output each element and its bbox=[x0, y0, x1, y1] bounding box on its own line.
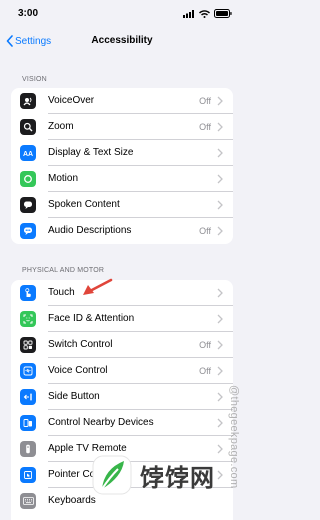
row-value: Off bbox=[199, 96, 211, 106]
chevron-right-icon bbox=[217, 340, 223, 350]
row-side-button[interactable]: Side Button bbox=[11, 384, 233, 410]
row-label: Spoken Content bbox=[48, 199, 120, 210]
row-label: Audio Descriptions bbox=[48, 225, 132, 236]
touch-icon bbox=[20, 285, 36, 301]
chevron-right-icon bbox=[217, 200, 223, 210]
row-label: Pointer Co bbox=[48, 469, 96, 480]
row-label: Face ID & Attention bbox=[48, 313, 135, 324]
spoken-content-icon bbox=[20, 197, 36, 213]
row-label: Keyboards bbox=[48, 495, 96, 506]
cellular-signal-icon bbox=[183, 9, 194, 18]
tv-remote-icon bbox=[20, 441, 36, 457]
row-display-text-size[interactable]: AA Display & Text Size bbox=[11, 140, 233, 166]
chevron-right-icon bbox=[217, 314, 223, 324]
section-header-vision: VISION bbox=[22, 76, 47, 83]
chevron-right-icon bbox=[217, 148, 223, 158]
row-control-nearby-devices[interactable]: Control Nearby Devices bbox=[11, 410, 233, 436]
row-label: Zoom bbox=[48, 121, 74, 132]
chevron-right-icon bbox=[217, 96, 223, 106]
row-zoom[interactable]: Zoom Off bbox=[11, 114, 233, 140]
row-touch[interactable]: Touch bbox=[11, 280, 233, 306]
row-audio-descriptions[interactable]: Audio Descriptions Off bbox=[11, 218, 233, 244]
wifi-icon bbox=[199, 9, 210, 18]
row-voiceover[interactable]: VoiceOver Off bbox=[11, 88, 233, 114]
battery-icon bbox=[214, 9, 232, 18]
row-switch-control[interactable]: Switch Control Off bbox=[11, 332, 233, 358]
chevron-right-icon bbox=[217, 288, 223, 298]
row-value: Off bbox=[199, 226, 211, 236]
side-button-icon bbox=[20, 389, 36, 405]
chevron-right-icon bbox=[217, 392, 223, 402]
face-id-icon bbox=[20, 311, 36, 327]
row-value: Off bbox=[199, 340, 211, 350]
row-spoken-content[interactable]: Spoken Content bbox=[11, 192, 233, 218]
row-face-id-attention[interactable]: Face ID & Attention bbox=[11, 306, 233, 332]
chevron-right-icon bbox=[217, 226, 223, 236]
chevron-right-icon bbox=[217, 122, 223, 132]
row-label: Apple TV Remote bbox=[48, 443, 127, 454]
row-label: Display & Text Size bbox=[48, 147, 134, 158]
status-time: 3:00 bbox=[18, 8, 39, 19]
zoom-icon bbox=[20, 119, 36, 135]
status-bar: 3:00 bbox=[0, 0, 244, 26]
navigation-bar: Settings Accessibility bbox=[0, 30, 244, 54]
chevron-right-icon bbox=[217, 366, 223, 376]
voice-control-icon bbox=[20, 363, 36, 379]
row-voice-control[interactable]: Voice Control Off bbox=[11, 358, 233, 384]
page-title: Accessibility bbox=[91, 35, 153, 46]
row-value: Off bbox=[199, 122, 211, 132]
chevron-right-icon bbox=[217, 174, 223, 184]
watermark: @thegeekpage.com bbox=[228, 385, 240, 489]
site-logo-text: 饽饽网 bbox=[140, 464, 215, 492]
row-label: Voice Control bbox=[48, 365, 108, 376]
vision-group: VoiceOver Off Zoom Off AA Display & Text… bbox=[11, 88, 233, 244]
chevron-right-icon bbox=[217, 418, 223, 428]
row-value: Off bbox=[199, 366, 211, 376]
chevron-right-icon bbox=[217, 444, 223, 454]
status-icons bbox=[183, 9, 232, 18]
text-size-icon: AA bbox=[20, 145, 36, 161]
section-header-physical-motor: PHYSICAL AND MOTOR bbox=[22, 267, 105, 274]
row-label: Motion bbox=[48, 173, 79, 184]
row-label: Control Nearby Devices bbox=[48, 417, 154, 428]
audio-descriptions-icon bbox=[20, 223, 36, 239]
pointer-control-icon bbox=[20, 467, 36, 483]
nearby-devices-icon bbox=[20, 415, 36, 431]
voiceover-icon bbox=[20, 93, 36, 109]
switch-control-icon bbox=[20, 337, 36, 353]
site-logo-icon bbox=[92, 455, 132, 495]
keyboard-icon bbox=[20, 493, 36, 509]
row-label: Switch Control bbox=[48, 339, 113, 350]
motion-icon bbox=[20, 171, 36, 187]
chevron-right-icon bbox=[217, 470, 223, 480]
svg-text:AA: AA bbox=[23, 151, 33, 157]
row-label: Side Button bbox=[48, 391, 100, 402]
row-label: VoiceOver bbox=[48, 95, 95, 106]
row-motion[interactable]: Motion bbox=[11, 166, 233, 192]
annotation-arrow-icon bbox=[83, 278, 113, 295]
row-label: Touch bbox=[48, 287, 75, 298]
